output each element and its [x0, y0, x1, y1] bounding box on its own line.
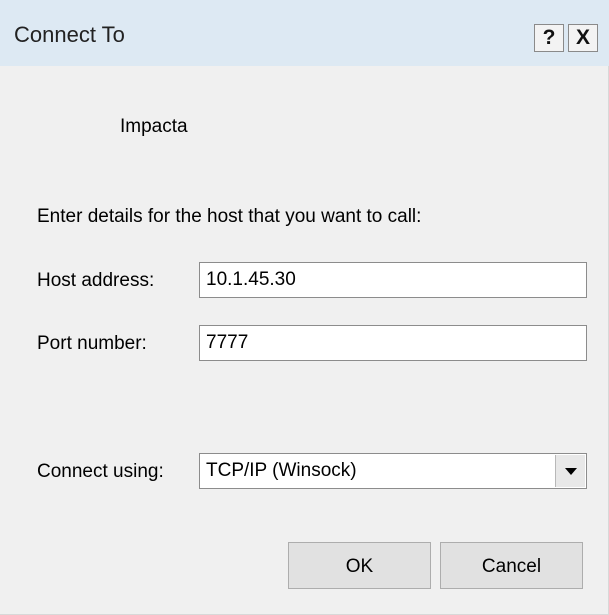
port-number-label: Port number: [37, 333, 147, 354]
dropdown-button[interactable] [555, 455, 585, 487]
help-button[interactable]: ? [534, 24, 564, 52]
connect-using-value: TCP/IP (Winsock) [206, 460, 357, 481]
cancel-button[interactable]: Cancel [440, 542, 583, 589]
connect-to-dialog: Connect To ? X Impacta Enter details for… [0, 0, 609, 615]
title-bar[interactable]: Connect To ? X [0, 0, 609, 66]
ok-button[interactable]: OK [288, 542, 431, 589]
close-icon: X [575, 26, 590, 49]
help-icon: ? [542, 26, 556, 49]
host-address-input[interactable] [199, 262, 587, 298]
close-button[interactable]: X [568, 24, 598, 52]
connection-name: Impacta [120, 116, 188, 137]
port-number-input[interactable] [199, 325, 587, 361]
window-title: Connect To [14, 22, 125, 47]
chevron-down-icon [565, 468, 577, 475]
connect-using-select[interactable]: TCP/IP (Winsock) [199, 453, 587, 489]
host-address-label: Host address: [37, 270, 155, 291]
instructions-text: Enter details for the host that you want… [37, 206, 422, 227]
connect-using-label: Connect using: [37, 461, 164, 482]
